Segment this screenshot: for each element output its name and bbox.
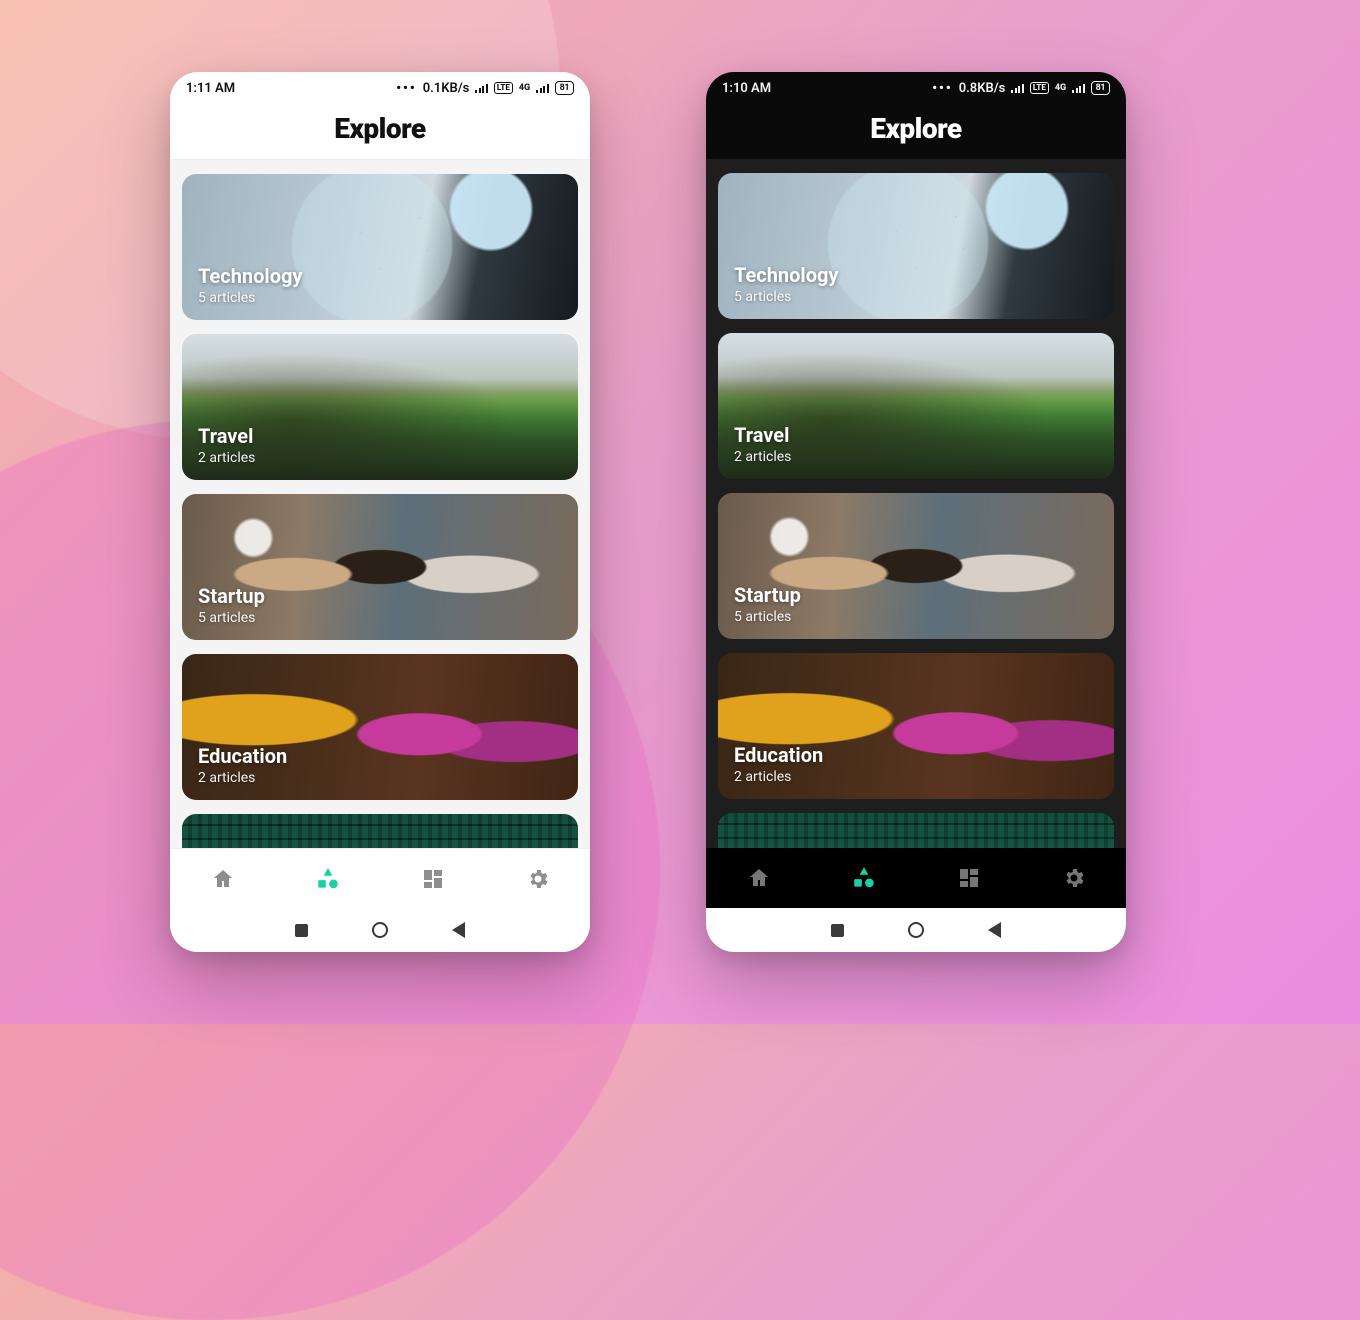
- shapes-icon: [851, 865, 877, 891]
- back-icon[interactable]: [988, 922, 1001, 938]
- card-subtitle: 2 articles: [198, 770, 562, 786]
- card-title: Startup: [198, 584, 562, 608]
- card-title: Technology: [198, 264, 562, 288]
- signal-icon-2: [536, 83, 549, 93]
- status-time: 1:11 AM: [186, 81, 235, 96]
- category-card-startup[interactable]: Startup 5 articles: [718, 493, 1114, 639]
- signal-icon: [1011, 83, 1024, 93]
- bottom-nav: [706, 848, 1126, 908]
- dashboard-icon: [421, 867, 445, 891]
- shapes-icon: [315, 866, 341, 892]
- android-system-nav: [706, 908, 1126, 952]
- category-card-startup[interactable]: Startup 5 articles: [182, 494, 578, 640]
- page-header: Explore: [170, 104, 590, 159]
- recents-icon[interactable]: [295, 924, 308, 937]
- category-card-education[interactable]: Education 2 articles: [718, 653, 1114, 799]
- signal-icon-2: [1072, 83, 1085, 93]
- phone-light: 1:11 AM ••• 0.1KB/s LTE 4G 81 Explore Te…: [170, 72, 590, 952]
- page-title: Explore: [706, 112, 1126, 145]
- nav-home[interactable]: [737, 856, 781, 900]
- nav-home[interactable]: [201, 857, 245, 901]
- status-right: ••• 0.8KB/s LTE 4G 81: [932, 81, 1110, 96]
- home-system-icon[interactable]: [908, 922, 924, 938]
- category-card-technology[interactable]: Technology 5 articles: [182, 174, 578, 320]
- explore-scroll[interactable]: Technology 5 articles Travel 2 articles …: [170, 159, 590, 848]
- dashboard-icon: [957, 866, 981, 890]
- nav-explore[interactable]: [842, 856, 886, 900]
- nav-dashboard[interactable]: [411, 857, 455, 901]
- nav-settings[interactable]: [1052, 856, 1096, 900]
- card-subtitle: 2 articles: [198, 450, 562, 466]
- status-bar: 1:11 AM ••• 0.1KB/s LTE 4G 81: [170, 72, 590, 104]
- phone-dark: 1:10 AM ••• 0.8KB/s LTE 4G 81 Explore Te…: [706, 72, 1126, 952]
- status-right: ••• 0.1KB/s LTE 4G 81: [396, 81, 574, 96]
- gear-icon: [1062, 866, 1086, 890]
- back-icon[interactable]: [452, 922, 465, 938]
- card-subtitle: 2 articles: [734, 449, 1098, 465]
- status-net-gen: 4G: [519, 83, 530, 93]
- page-header: Explore: [706, 104, 1126, 159]
- lte-badge: LTE: [494, 82, 513, 94]
- home-icon: [211, 867, 235, 891]
- category-card-peek[interactable]: [718, 813, 1114, 848]
- card-title: Education: [198, 744, 562, 768]
- category-card-education[interactable]: Education 2 articles: [182, 654, 578, 800]
- page-title: Explore: [170, 112, 590, 145]
- lte-badge: LTE: [1030, 82, 1049, 94]
- gear-icon: [526, 867, 550, 891]
- status-net-rate: 0.8KB/s: [959, 81, 1006, 96]
- card-title: Education: [734, 743, 1098, 767]
- recents-icon[interactable]: [831, 924, 844, 937]
- home-system-icon[interactable]: [372, 922, 388, 938]
- card-title: Travel: [198, 424, 562, 448]
- explore-scroll[interactable]: Technology 5 articles Travel 2 articles …: [706, 159, 1126, 848]
- nav-explore[interactable]: [306, 857, 350, 901]
- card-subtitle: 2 articles: [734, 769, 1098, 785]
- card-title: Startup: [734, 583, 1098, 607]
- category-card-travel[interactable]: Travel 2 articles: [718, 333, 1114, 479]
- card-title: Travel: [734, 423, 1098, 447]
- card-subtitle: 5 articles: [734, 609, 1098, 625]
- nav-settings[interactable]: [516, 857, 560, 901]
- status-time: 1:10 AM: [722, 81, 771, 96]
- status-net-gen: 4G: [1055, 83, 1066, 93]
- battery-icon: 81: [1091, 81, 1110, 95]
- signal-icon: [475, 83, 488, 93]
- category-card-peek[interactable]: [182, 814, 578, 848]
- card-subtitle: 5 articles: [198, 610, 562, 626]
- home-icon: [747, 866, 771, 890]
- card-subtitle: 5 articles: [734, 289, 1098, 305]
- status-net-rate: 0.1KB/s: [423, 81, 470, 96]
- card-subtitle: 5 articles: [198, 290, 562, 306]
- card-title: Technology: [734, 263, 1098, 287]
- category-card-technology[interactable]: Technology 5 articles: [718, 173, 1114, 319]
- bottom-nav: [170, 848, 590, 908]
- android-system-nav: [170, 908, 590, 952]
- nav-dashboard[interactable]: [947, 856, 991, 900]
- category-card-travel[interactable]: Travel 2 articles: [182, 334, 578, 480]
- battery-icon: 81: [555, 81, 574, 95]
- status-bar: 1:10 AM ••• 0.8KB/s LTE 4G 81: [706, 72, 1126, 104]
